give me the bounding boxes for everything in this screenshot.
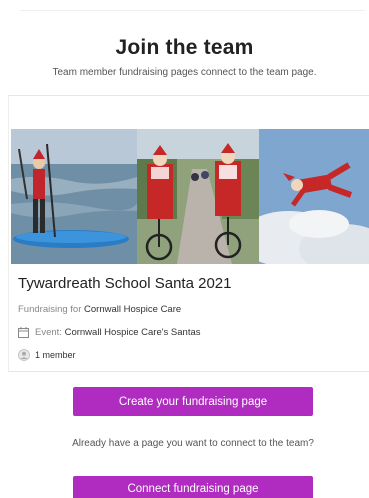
event-name: Cornwall Hospice Care's Santas	[64, 327, 201, 338]
santa-cyclists-photo	[137, 129, 259, 264]
top-divider	[20, 10, 365, 11]
connect-fundraising-page-button[interactable]: Connect fundraising page	[73, 476, 313, 498]
member-count: 1 member	[35, 350, 76, 360]
page-subtitle: Team member fundraising pages connect to…	[52, 67, 317, 78]
already-have-page-text: Already have a page you want to connect …	[72, 438, 314, 449]
fundraising-for-label: Fundraising for	[18, 304, 82, 315]
charity-name: Cornwall Hospice Care	[84, 304, 182, 315]
team-photo-strip	[11, 129, 369, 264]
fundraising-for-line: Fundraising for Cornwall Hospice Care	[18, 304, 181, 315]
member-count-line: 1 member	[18, 349, 76, 361]
santa-skydiver-photo	[259, 129, 369, 264]
team-card: Tywardreath School Santa 2021 Fundraisin…	[8, 95, 369, 372]
team-name[interactable]: Tywardreath School Santa 2021	[18, 275, 231, 292]
page-title: Join the team	[115, 36, 254, 59]
member-avatar-icon	[18, 349, 30, 361]
event-line: Event: Cornwall Hospice Care's Santas	[18, 327, 201, 338]
calendar-icon	[18, 327, 29, 338]
event-label: Event:	[35, 327, 62, 338]
create-fundraising-page-button[interactable]: Create your fundraising page	[73, 387, 313, 416]
santa-paddleboard-photo	[11, 129, 137, 264]
